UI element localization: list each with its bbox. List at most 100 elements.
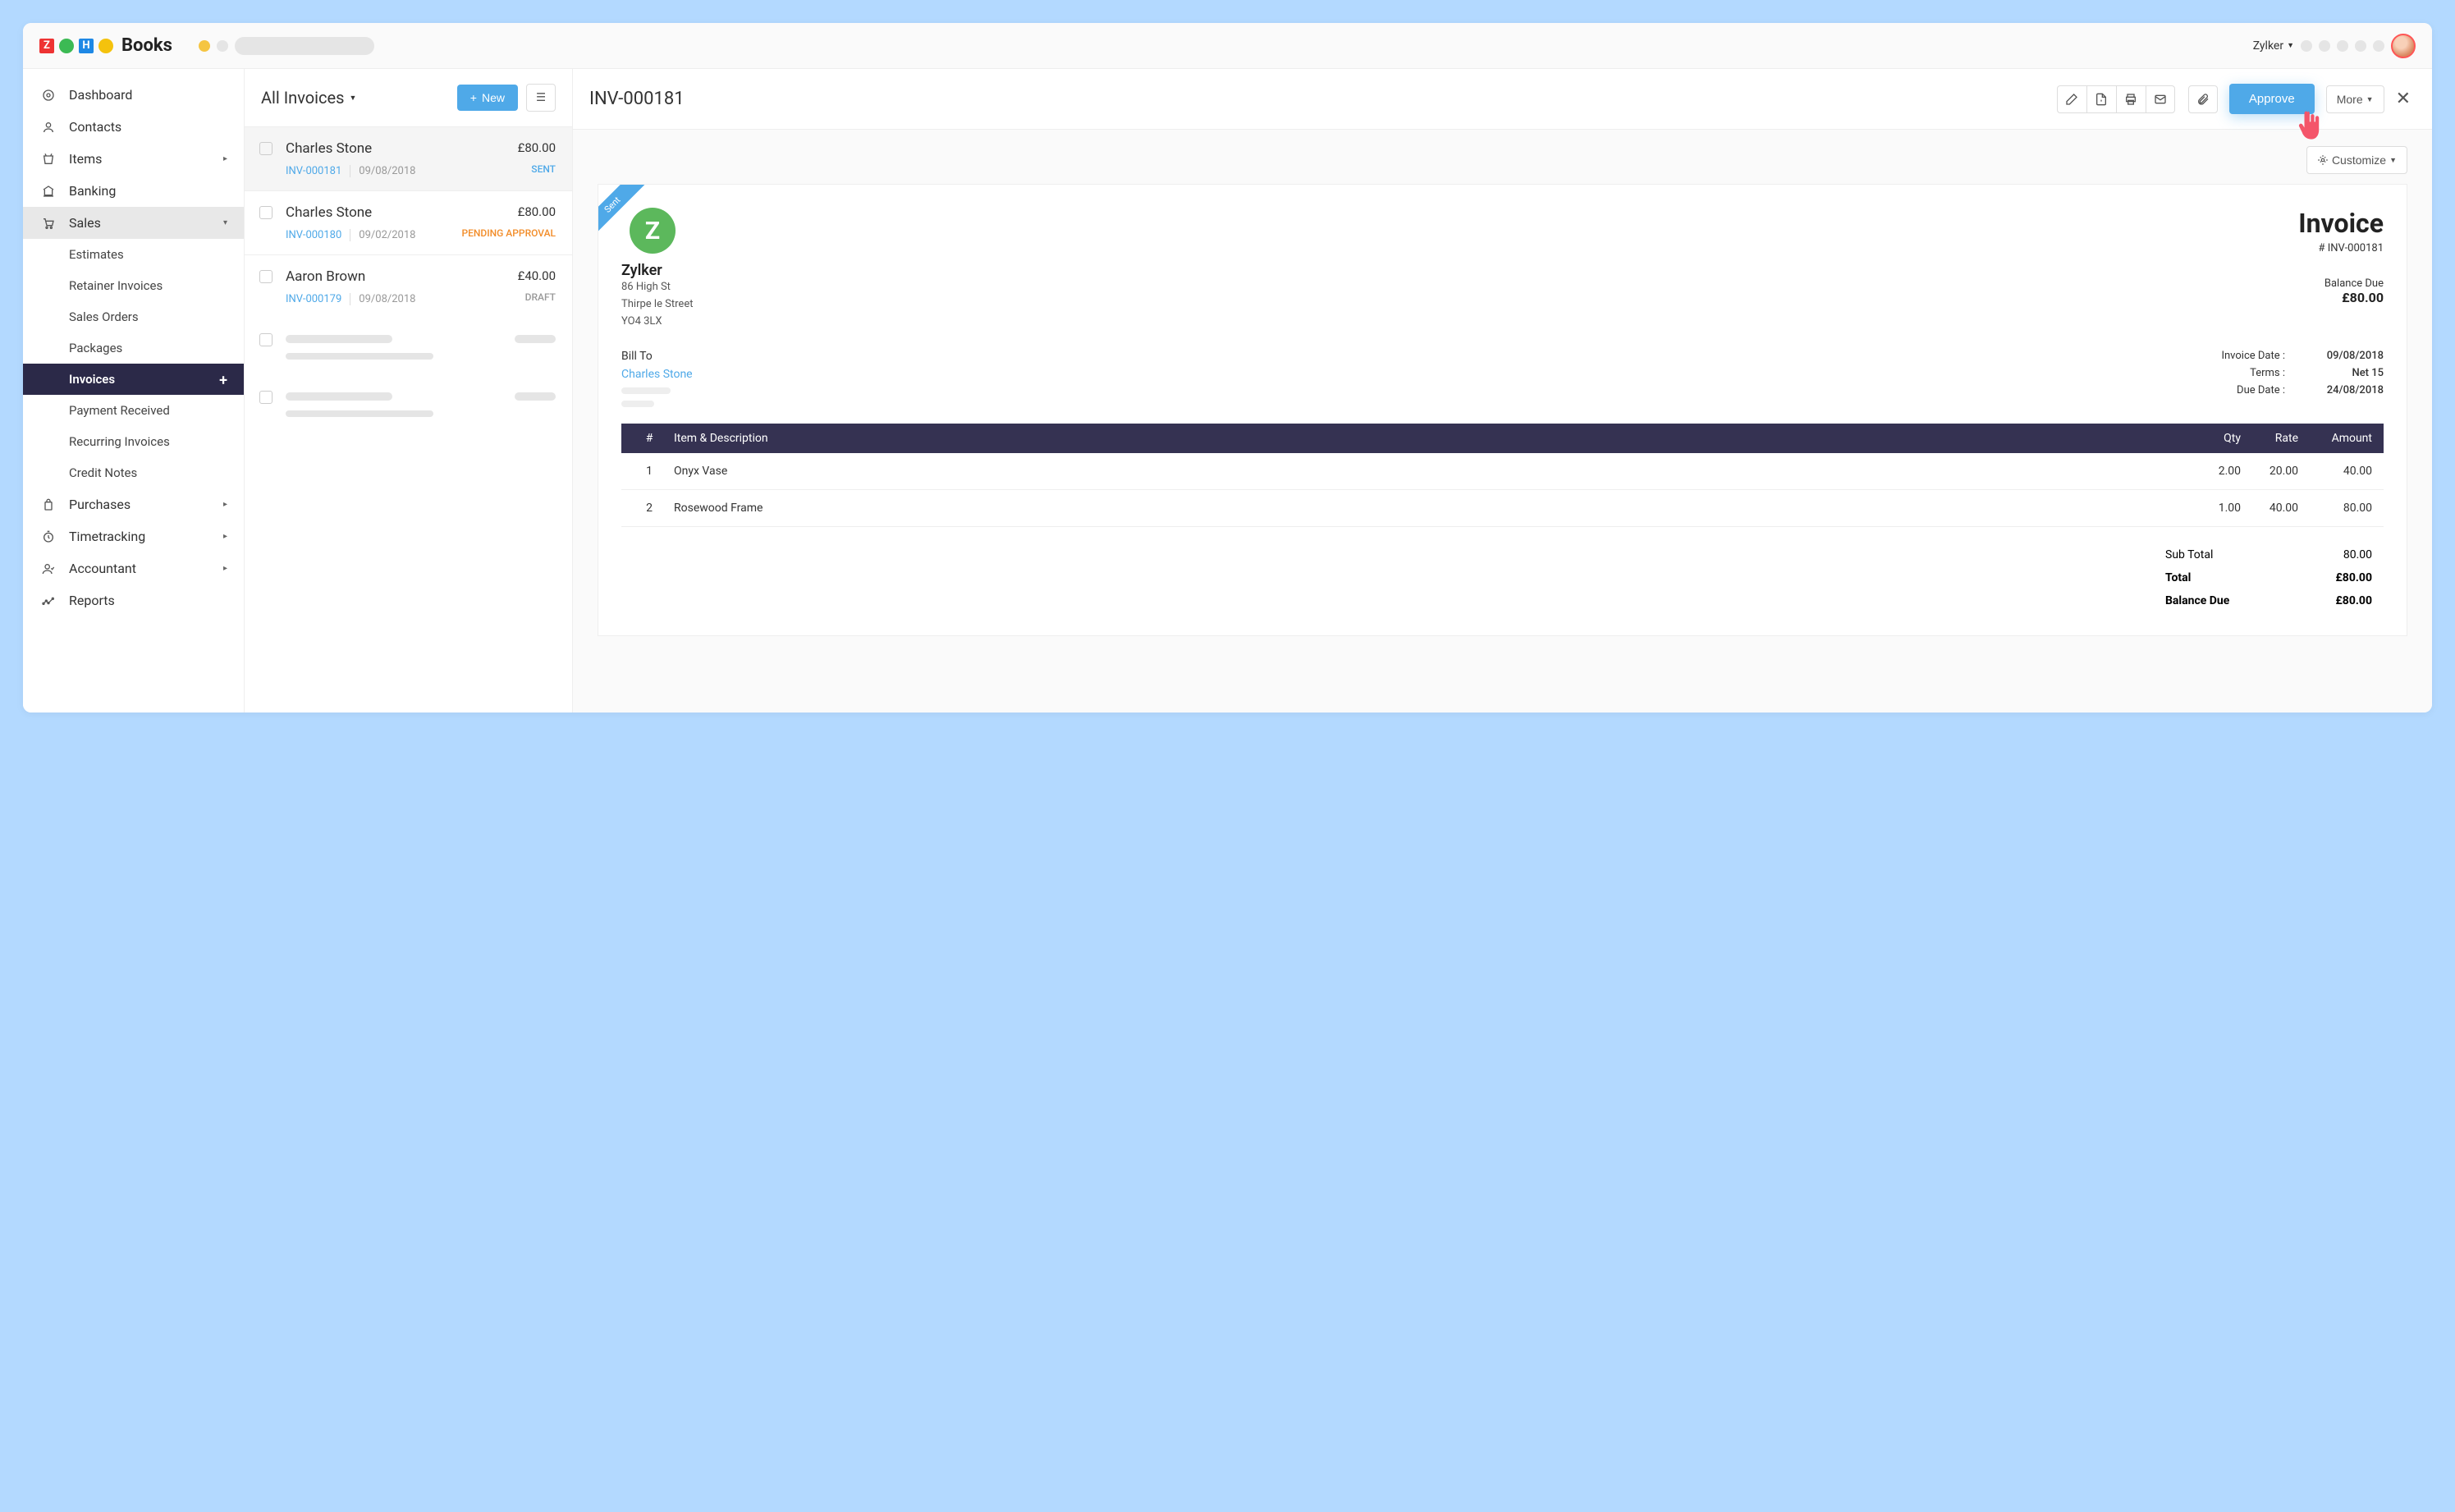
bill-to-block: Bill To Charles Stone bbox=[621, 350, 2203, 407]
chevron-down-icon: ▼ bbox=[2389, 156, 2397, 164]
checkbox[interactable] bbox=[259, 391, 273, 404]
logo[interactable]: Z H Books bbox=[39, 35, 172, 56]
item-desc: Rosewood Frame bbox=[666, 502, 2192, 515]
edit-button[interactable] bbox=[2057, 85, 2086, 113]
balance-due-label: Balance Due bbox=[2298, 277, 2384, 290]
avatar[interactable] bbox=[2391, 34, 2416, 58]
sidebar-sub-retainer-invoices[interactable]: Retainer Invoices bbox=[23, 270, 244, 301]
chevron-right-icon: ▸ bbox=[223, 500, 227, 509]
company-block: Z Zylker 86 High St Thirpe le Street YO4… bbox=[621, 208, 2298, 330]
meta-value: Net 15 bbox=[2310, 367, 2384, 379]
total-value: 80.00 bbox=[2343, 548, 2372, 561]
logo-o2-icon bbox=[98, 39, 113, 53]
list-row-invoice-number: INV-000179 bbox=[286, 293, 341, 305]
chevron-right-icon: ▸ bbox=[223, 532, 227, 541]
add-icon[interactable]: + bbox=[219, 372, 227, 389]
sidebar-item-sales[interactable]: Sales ▾ bbox=[23, 207, 244, 239]
topbar-action-icon[interactable] bbox=[2373, 40, 2384, 52]
sidebar-sub-estimates[interactable]: Estimates bbox=[23, 239, 244, 270]
checkbox[interactable] bbox=[259, 206, 273, 219]
sidebar-item-label: Purchases bbox=[69, 497, 131, 512]
topbar-action-icon[interactable] bbox=[2337, 40, 2348, 52]
list-row-status: DRAFT bbox=[525, 291, 556, 303]
checkbox[interactable] bbox=[259, 142, 273, 155]
printer-icon bbox=[2124, 93, 2137, 106]
item-desc: Onyx Vase bbox=[666, 465, 2192, 478]
placeholder-line bbox=[515, 392, 556, 401]
topbar-action-icon[interactable] bbox=[2355, 40, 2366, 52]
chevron-down-icon: ▾ bbox=[223, 218, 227, 227]
sidebar-item-accountant[interactable]: Accountant ▸ bbox=[23, 552, 244, 584]
new-button-label: New bbox=[482, 91, 505, 104]
invoice-title-block: Invoice # INV-000181 Balance Due £80.00 bbox=[2298, 208, 2384, 330]
invoice-list-row[interactable]: Charles Stone £80.00 INV-000181 09/08/20… bbox=[245, 126, 572, 190]
total-row: Total £80.00 bbox=[2154, 566, 2384, 589]
org-switcher[interactable]: Zylker ▼ bbox=[2253, 39, 2294, 53]
dashboard-icon bbox=[39, 89, 57, 102]
item-num: 2 bbox=[633, 502, 666, 515]
chevron-down-icon: ▼ bbox=[349, 94, 356, 103]
invoice-list-row[interactable]: Charles Stone £80.00 INV-000180 09/02/20… bbox=[245, 190, 572, 254]
list-menu-button[interactable]: ☰ bbox=[526, 84, 556, 112]
list-body: Charles Stone £80.00 INV-000181 09/08/20… bbox=[245, 126, 572, 712]
placeholder-line bbox=[286, 410, 433, 417]
plus-icon: + bbox=[470, 91, 477, 104]
topbar-action-icon[interactable] bbox=[2301, 40, 2312, 52]
sidebar-item-timetracking[interactable]: Timetracking ▸ bbox=[23, 520, 244, 552]
app-window: Z H Books Zylker ▼ bbox=[23, 23, 2432, 712]
sidebar-sub-packages[interactable]: Packages bbox=[23, 332, 244, 364]
bill-to-name[interactable]: Charles Stone bbox=[621, 368, 2203, 381]
placeholder-line bbox=[286, 335, 392, 343]
checkbox[interactable] bbox=[259, 270, 273, 283]
meta-row: Due Date :24/08/2018 bbox=[2203, 384, 2384, 396]
total-label: Total bbox=[2165, 571, 2191, 584]
sidebar-item-banking[interactable]: Banking bbox=[23, 175, 244, 207]
item-num: 1 bbox=[633, 465, 666, 478]
org-name-label: Zylker bbox=[2253, 39, 2283, 53]
list-row-name: Charles Stone bbox=[286, 204, 556, 221]
sidebar-sub-payment-received[interactable]: Payment Received bbox=[23, 395, 244, 426]
list-row-invoice-number: INV-000180 bbox=[286, 229, 341, 241]
list-title-label: All Invoices bbox=[261, 88, 344, 108]
topbar-right: Zylker ▼ bbox=[2253, 34, 2416, 58]
more-button[interactable]: More ▼ bbox=[2326, 85, 2384, 113]
checkbox[interactable] bbox=[259, 333, 273, 346]
sidebar-item-label: Items bbox=[69, 151, 102, 167]
sidebar-item-dashboard[interactable]: Dashboard bbox=[23, 79, 244, 111]
invoice-number: # INV-000181 bbox=[2298, 242, 2384, 254]
sidebar-sub-recurring-invoices[interactable]: Recurring Invoices bbox=[23, 426, 244, 457]
sidebar-item-label: Contacts bbox=[69, 119, 121, 135]
attach-button[interactable] bbox=[2188, 85, 2218, 113]
meta-row: Invoice Date :09/08/2018 bbox=[2203, 350, 2384, 362]
list-row-status: SENT bbox=[531, 163, 556, 175]
list-filter-dropdown[interactable]: All Invoices ▼ bbox=[261, 88, 449, 108]
search-placeholder-pill[interactable] bbox=[235, 37, 374, 55]
topbar-action-icon[interactable] bbox=[2319, 40, 2330, 52]
col-header-rate: Rate bbox=[2241, 432, 2298, 445]
close-button[interactable]: ✕ bbox=[2391, 89, 2416, 109]
sidebar-item-purchases[interactable]: Purchases ▸ bbox=[23, 488, 244, 520]
sidebar-item-contacts[interactable]: Contacts bbox=[23, 111, 244, 143]
sidebar-item-reports[interactable]: Reports bbox=[23, 584, 244, 616]
invoice-list-row[interactable]: Aaron Brown £40.00 INV-000179 09/08/2018… bbox=[245, 254, 572, 318]
app-name: Books bbox=[121, 35, 172, 56]
sidebar-sub-credit-notes[interactable]: Credit Notes bbox=[23, 457, 244, 488]
new-button[interactable]: + New bbox=[457, 85, 518, 111]
item-row: 2 Rosewood Frame 1.00 40.00 80.00 bbox=[621, 490, 2384, 527]
purchases-icon bbox=[39, 498, 57, 511]
customize-button[interactable]: Customize ▼ bbox=[2306, 146, 2407, 174]
item-qty: 2.00 bbox=[2192, 465, 2241, 478]
meta-row: Terms :Net 15 bbox=[2203, 367, 2384, 379]
total-value: £80.00 bbox=[2335, 594, 2372, 607]
chevron-down-icon: ▼ bbox=[2366, 95, 2374, 103]
mail-button[interactable] bbox=[2146, 85, 2175, 113]
skeleton-row bbox=[245, 318, 572, 376]
sidebar-sub-sales-orders[interactable]: Sales Orders bbox=[23, 301, 244, 332]
print-button[interactable] bbox=[2116, 85, 2146, 113]
company-address-line: YO4 3LX bbox=[621, 314, 2298, 331]
pdf-button[interactable] bbox=[2086, 85, 2116, 113]
total-value: £80.00 bbox=[2335, 571, 2372, 584]
topbar: Z H Books Zylker ▼ bbox=[23, 23, 2432, 69]
sidebar-sub-invoices[interactable]: Invoices+ bbox=[23, 364, 244, 395]
sidebar-item-items[interactable]: Items ▸ bbox=[23, 143, 244, 175]
